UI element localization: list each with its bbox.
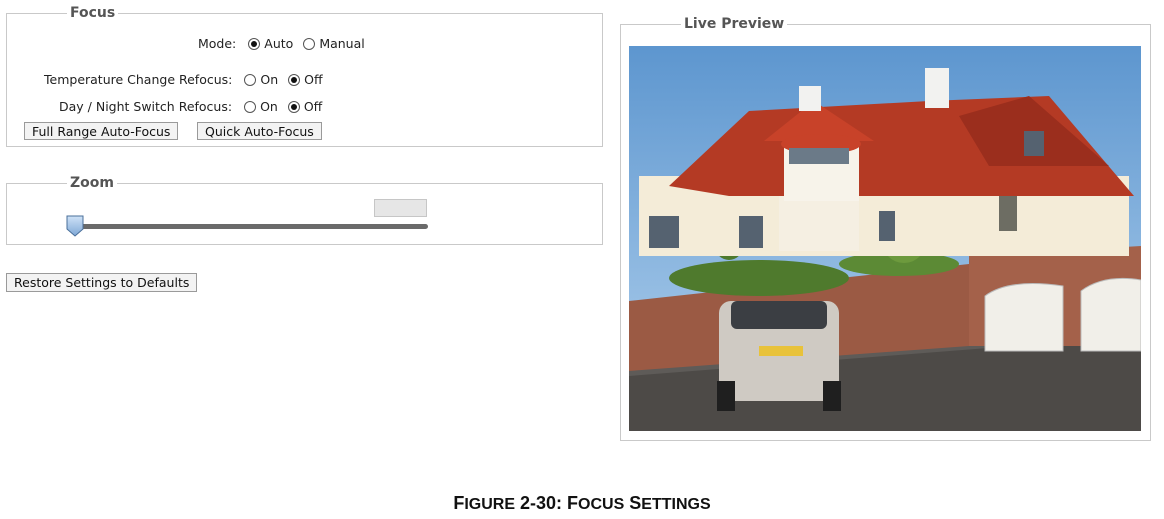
- daynight-off-radio[interactable]: [287, 100, 300, 113]
- zoom-slider-thumb[interactable]: [66, 215, 84, 237]
- live-preview-legend: Live Preview: [681, 16, 788, 32]
- temp-off-option[interactable]: Off: [288, 72, 323, 87]
- temp-on-radio[interactable]: [244, 73, 257, 86]
- full-range-autofocus-button[interactable]: Full Range Auto-Focus: [24, 122, 179, 140]
- mode-manual-option[interactable]: Manual: [303, 36, 365, 51]
- daynight-refocus-row: Day / Night Switch Refocus: On Off: [59, 99, 332, 114]
- caption-settings-initial: S: [624, 493, 642, 513]
- caption-settings-rest: ETTINGS: [641, 496, 711, 513]
- caption-fig-rest: IGURE: [464, 496, 516, 513]
- restore-defaults-button[interactable]: Restore Settings to Defaults: [6, 273, 198, 292]
- mode-manual-radio[interactable]: [303, 37, 316, 50]
- mode-auto-radio[interactable]: [248, 37, 261, 50]
- caption-number: 2-30:: [515, 493, 568, 513]
- zoom-slider-track[interactable]: [68, 224, 428, 229]
- temp-refocus-row: Temperature Change Refocus: On Off: [44, 72, 333, 87]
- focus-legend: Focus: [67, 5, 119, 21]
- zoom-value-field: [374, 199, 427, 217]
- temp-on-label: On: [260, 72, 279, 87]
- daynight-on-label: On: [260, 99, 278, 114]
- daynight-off-label: Off: [303, 99, 323, 114]
- zoom-panel: Zoom: [6, 175, 603, 245]
- zoom-legend: Zoom: [67, 175, 117, 191]
- mode-row: Mode: Auto Manual: [198, 36, 375, 51]
- daynight-refocus-label: Day / Night Switch Refocus:: [59, 99, 233, 114]
- daynight-on-radio[interactable]: [244, 100, 257, 113]
- temp-on-option[interactable]: On: [244, 72, 278, 87]
- temp-off-radio[interactable]: [288, 73, 301, 86]
- live-preview-image: [629, 46, 1141, 431]
- caption-focus-initial: F: [567, 493, 579, 513]
- daynight-on-option[interactable]: On: [244, 99, 278, 114]
- caption-focus-rest: OCUS: [578, 496, 625, 513]
- temp-refocus-label: Temperature Change Refocus:: [44, 72, 233, 87]
- mode-manual-label: Manual: [319, 36, 365, 51]
- mode-label: Mode:: [198, 36, 237, 51]
- temp-off-label: Off: [304, 72, 323, 87]
- caption-fig-initial: F: [453, 493, 465, 513]
- mode-auto-label: Auto: [264, 36, 294, 51]
- mode-auto-option[interactable]: Auto: [248, 36, 293, 51]
- figure-caption: FIGURE 2-30: FOCUS SETTINGS: [0, 493, 1164, 514]
- quick-autofocus-button[interactable]: Quick Auto-Focus: [197, 122, 322, 140]
- daynight-off-option[interactable]: Off: [287, 99, 323, 114]
